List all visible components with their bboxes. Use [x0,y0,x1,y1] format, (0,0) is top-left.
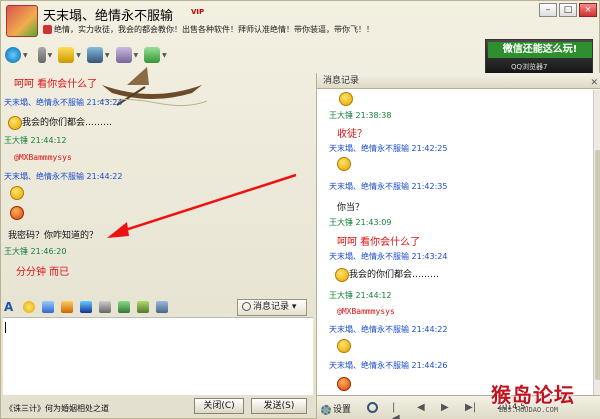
text-caret [5,322,6,333]
contact-signature: 绝情，实力收徒，我会的都会教你！出售各种软件！拜师认准绝情！带你装逼，带你飞！！ [43,24,374,35]
news-link[interactable]: 《诛三计》何为婚姻相处之道 [5,403,109,414]
message-sender[interactable]: 天末塌、绝情永不服输 21:44:26 [329,360,447,371]
mention-text[interactable]: @MXBammmysys [14,153,72,162]
angry-emoji-icon [337,377,351,391]
input-toolbar: A [4,299,168,315]
history-panel: 消息记录 ✕ 王大锤 21:38:38 收徒？ 天末塌、绝情永不服输 21:42… [316,73,600,419]
message-emoji [339,92,353,106]
contact-name[interactable]: 天末塌、绝情永不服输 [43,5,173,24]
ad-text: 微信还能这么玩! [488,42,592,58]
emoji-picker-icon[interactable] [23,301,35,313]
search-icon[interactable] [367,402,378,413]
message-text: 我会的你们都会……… [335,267,439,282]
message-sender[interactable]: 天末塌、绝情永不服输 21:43:24 [329,251,447,262]
previous-page-icon[interactable]: ◀ [417,402,428,413]
message-sender[interactable]: 王大锤 21:46:20 [4,246,66,257]
message-emoji [337,339,351,353]
confused-emoji-icon [337,339,351,353]
message-history-label: 消息记录 [253,302,290,312]
site-watermark: 猴岛论坛 BBS.HOUDAO.COM [491,379,599,417]
message-sender[interactable]: 王大锤 21:44:12 [329,290,391,301]
screenshot-icon[interactable] [118,301,130,313]
message-text-content: 我会的你们都会……… [349,270,440,280]
watermark-logo: 猴岛论坛 [491,383,575,407]
voice-message-icon[interactable] [80,301,92,313]
confused-emoji-icon [337,157,351,171]
message-emoji [10,186,24,200]
scrollbar-thumb[interactable] [595,150,600,380]
message-sender[interactable]: 天末塌、绝情永不服输 21:43:24 [4,97,122,108]
edit-icon[interactable] [99,301,111,313]
window-controls: – □ × [539,3,597,17]
smile-emoji-icon [8,115,22,130]
message-sender[interactable]: 王大锤 21:43:09 [329,217,391,228]
video-call-icon[interactable] [5,47,21,63]
message-text: 你当？ [337,203,365,213]
last-page-icon[interactable]: ▶| [465,402,476,413]
mention-text[interactable]: @MXBammmysys [337,307,395,316]
message-text: 呵呵 看你会什么了 [14,79,98,90]
message-text: 收徒？ [337,129,367,140]
smile-emoji-icon [339,92,353,106]
voice-call-icon[interactable] [37,47,46,63]
angry-emoji-icon [10,206,24,220]
history-panel-title: 消息记录 [323,76,360,86]
message-text: 呵呵 看你会什么了 [337,237,421,248]
signature-icon [43,25,52,34]
message-text-content: 我会的你们都会……… [22,118,113,128]
history-transcript[interactable]: 王大锤 21:38:38 收徒？ 天末塌、绝情永不服输 21:42:25 天末塌… [317,90,593,395]
confused-emoji-icon [10,186,24,200]
magic-expression-icon[interactable] [42,301,54,313]
message-emoji [10,206,24,220]
vip-icon[interactable]: VIP [191,8,217,19]
chevron-down-icon[interactable]: ▼ [48,52,53,59]
next-page-icon[interactable]: ▶ [441,402,452,413]
close-window-button[interactable]: × [579,3,597,17]
message-text: 分分钟 而已 [16,267,70,278]
signature-text: 绝情，实力收徒，我会的都会教你！出售各种软件！拜师认准绝情！带你装逼，带你飞！！ [54,25,374,34]
avatar[interactable] [6,5,38,37]
chevron-down-icon[interactable]: ▼ [23,52,28,59]
ad-banner[interactable]: 微信还能这么玩! QQ浏览器7 [485,39,593,77]
annotation-arrow [107,173,297,238]
close-button[interactable]: 关闭(C) [194,398,244,414]
close-icon[interactable]: ✕ [590,75,598,91]
message-sender[interactable]: 天末塌、绝情永不服输 21:42:25 [329,143,447,154]
first-page-icon[interactable]: |◀ [392,402,403,419]
history-scrollbar[interactable] [593,90,600,395]
settings-label: 设置 [333,405,352,415]
maximize-button[interactable]: □ [559,3,577,17]
message-emoji [337,157,351,171]
chevron-down-icon[interactable]: ▼ [76,52,81,59]
message-sender[interactable]: 天末塌、绝情永不服输 21:44:22 [329,324,447,335]
message-sender[interactable]: 王大锤 21:38:38 [329,110,391,121]
message-text: 我密码？你咋知道的？ [8,231,99,241]
message-sender[interactable]: 天末塌、绝情永不服输 21:42:35 [329,181,447,192]
font-icon[interactable]: A [4,301,16,313]
message-history-button[interactable]: 消息记录 ▾ [237,299,307,316]
file-transfer-icon[interactable] [58,47,75,63]
title-bar: 天末塌、绝情永不服输 VIP 绝情，实力收徒，我会的都会教你！出售各种软件！拜师… [1,1,600,41]
chat-window: 天末塌、绝情永不服输 VIP 绝情，实力收徒，我会的都会教你！出售各种软件！拜师… [0,0,600,419]
shake-icon[interactable] [61,301,73,313]
ad-subtitle: QQ浏览器7 [511,63,548,71]
gear-icon [321,404,331,415]
clock-icon [242,302,251,311]
send-button[interactable]: 发送(S) [251,398,307,414]
message-sender[interactable]: 王大锤 21:44:12 [4,135,66,146]
settings-button[interactable]: 设置 [321,402,351,415]
image-icon[interactable] [137,301,149,313]
gift-icon[interactable] [156,301,168,313]
smile-emoji-icon [335,267,349,282]
message-input[interactable] [3,317,313,395]
watermark-url: BBS.HOUDAO.COM [499,406,559,414]
message-text: 我会的你们都会……… [8,115,112,130]
history-panel-header: 消息记录 ✕ [317,73,600,89]
message-emoji [337,377,351,391]
chevron-down-icon: ▾ [291,302,297,312]
minimize-button[interactable]: – [539,3,557,17]
